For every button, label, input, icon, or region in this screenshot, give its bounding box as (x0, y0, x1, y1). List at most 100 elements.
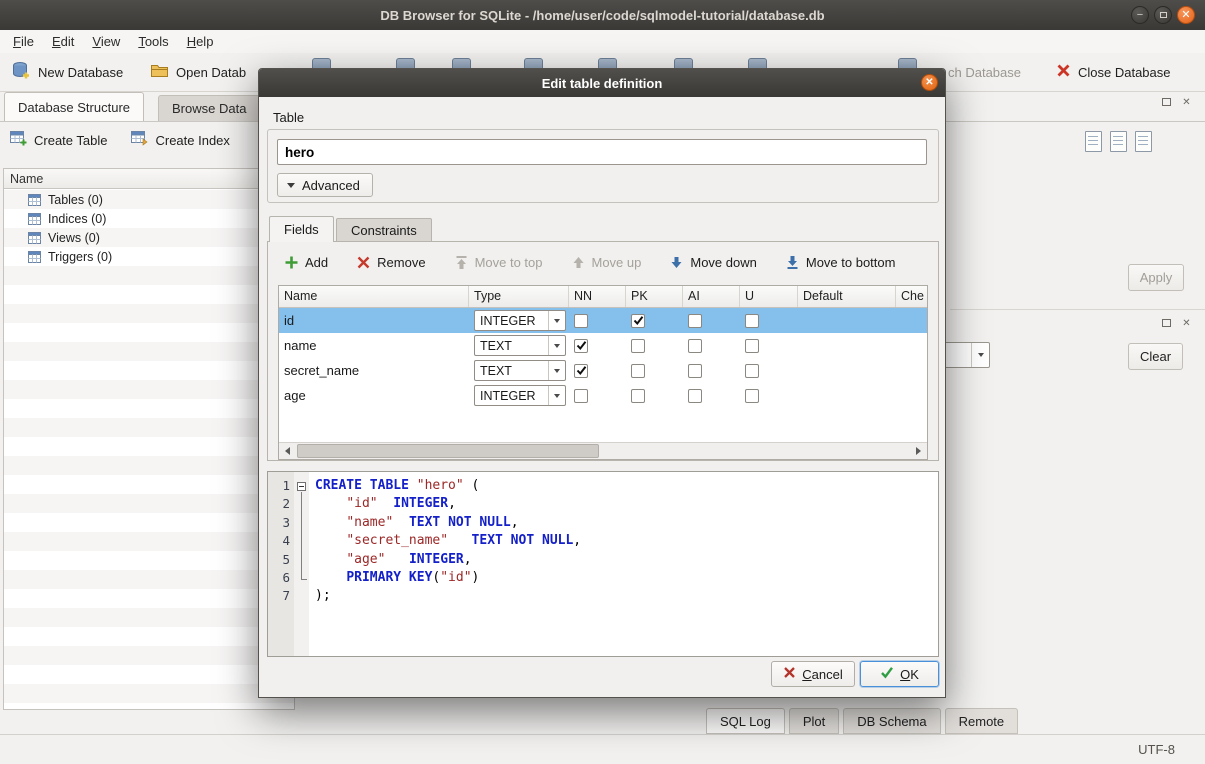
u-checkbox[interactable] (745, 314, 759, 328)
bottom-tab-plot[interactable]: Plot (789, 708, 839, 734)
minimize-button[interactable]: − (1131, 6, 1149, 24)
move-to-bottom-button[interactable]: Move to bottom (785, 255, 896, 270)
field-default-cell[interactable] (798, 333, 896, 358)
window-titlebar[interactable]: DB Browser for SQLite - /home/user/code/… (0, 0, 1205, 30)
field-row[interactable]: ageINTEGER (279, 383, 927, 408)
pk-checkbox[interactable] (631, 314, 645, 328)
dialog-close-button[interactable]: ✕ (921, 74, 938, 91)
attach-database-button[interactable]: ch Database (948, 53, 1021, 91)
tree-column-header[interactable]: Name (4, 169, 294, 189)
dialog-titlebar[interactable]: Edit table definition ✕ (259, 69, 945, 97)
menu-help[interactable]: Help (178, 31, 223, 52)
ai-checkbox[interactable] (688, 389, 702, 403)
menu-file[interactable]: File (4, 31, 43, 52)
menu-edit[interactable]: Edit (43, 31, 83, 52)
nn-checkbox[interactable] (574, 339, 588, 353)
tree-item-views[interactable]: Views (0) (4, 228, 294, 247)
nn-checkbox[interactable] (574, 364, 588, 378)
field-type-combobox[interactable]: INTEGER (474, 385, 566, 406)
tab-database-structure[interactable]: Database Structure (4, 92, 144, 121)
add-button[interactable]: Add (284, 255, 328, 270)
encoding-indicator[interactable]: UTF-8 (1138, 742, 1175, 757)
table-name-input[interactable] (277, 139, 927, 165)
close-button[interactable]: ✕ (1177, 6, 1195, 24)
null-cell-icon[interactable] (1135, 131, 1152, 152)
close-database-button[interactable]: Close Database (1056, 53, 1171, 91)
create-table-button[interactable]: Create Table (10, 131, 107, 149)
tree-item-triggers[interactable]: Triggers (0) (4, 247, 294, 266)
pk-checkbox[interactable] (631, 389, 645, 403)
bottom-tab-db-schema[interactable]: DB Schema (843, 708, 940, 734)
menu-view[interactable]: View (83, 31, 129, 52)
field-type-combobox[interactable]: INTEGER (474, 310, 566, 331)
bottom-tab-remote[interactable]: Remote (945, 708, 1019, 734)
dock-close-icon[interactable]: ✕ (1180, 317, 1193, 330)
new-database-button[interactable]: New Database (12, 53, 123, 91)
field-default-cell[interactable] (798, 383, 896, 408)
tree-item-indices[interactable]: Indices (0) (4, 209, 294, 228)
sql-preview[interactable]: 1234567 CREATE TABLE "hero" ( "id" INTEG… (267, 471, 939, 657)
tree-item-tables[interactable]: Tables (0) (4, 190, 294, 209)
u-checkbox[interactable] (745, 339, 759, 353)
field-name-cell[interactable]: id (279, 308, 469, 333)
column-header-name[interactable]: Name (279, 286, 469, 307)
scrollbar-thumb[interactable] (297, 444, 599, 458)
column-header-u[interactable]: U (740, 286, 798, 307)
horizontal-scrollbar[interactable] (279, 442, 927, 459)
move-to-top-button[interactable]: Move to top (454, 255, 543, 270)
field-name-cell[interactable]: age (279, 383, 469, 408)
tab-browse-data[interactable]: Browse Data (158, 95, 260, 121)
field-default-cell[interactable] (798, 308, 896, 333)
field-check-cell[interactable] (896, 358, 928, 383)
fold-collapse-icon[interactable] (297, 482, 306, 491)
field-name-cell[interactable]: secret_name (279, 358, 469, 383)
dock-float-icon[interactable] (1160, 96, 1173, 109)
nn-checkbox[interactable] (574, 389, 588, 403)
field-default-cell[interactable] (798, 358, 896, 383)
u-checkbox[interactable] (745, 389, 759, 403)
ai-checkbox[interactable] (688, 314, 702, 328)
field-check-cell[interactable] (896, 383, 928, 408)
u-checkbox[interactable] (745, 364, 759, 378)
pk-checkbox[interactable] (631, 364, 645, 378)
dock-close-icon[interactable]: ✕ (1180, 96, 1193, 109)
import-cell-icon[interactable] (1085, 131, 1102, 152)
dock-float-icon[interactable] (1160, 317, 1173, 330)
ai-checkbox[interactable] (688, 339, 702, 353)
move-down-button[interactable]: Move down (669, 255, 756, 270)
menu-tools[interactable]: Tools (129, 31, 177, 52)
advanced-toggle-button[interactable]: Advanced (277, 173, 373, 197)
scroll-right-icon[interactable] (910, 443, 927, 459)
tab-fields[interactable]: Fields (269, 216, 334, 242)
apply-button[interactable]: Apply (1128, 264, 1184, 291)
ok-button[interactable]: OK (860, 661, 939, 687)
move-up-button[interactable]: Move up (571, 255, 642, 270)
column-header-pk[interactable]: PK (626, 286, 683, 307)
scroll-left-icon[interactable] (279, 443, 296, 459)
column-header-che[interactable]: Che (896, 286, 928, 307)
field-type-combobox[interactable]: TEXT (474, 335, 566, 356)
column-header-nn[interactable]: NN (569, 286, 626, 307)
field-row[interactable]: secret_nameTEXT (279, 358, 927, 383)
clear-button[interactable]: Clear (1128, 343, 1183, 370)
field-type-combobox[interactable]: TEXT (474, 360, 566, 381)
ai-checkbox[interactable] (688, 364, 702, 378)
cancel-button[interactable]: Cancel (771, 661, 855, 687)
export-cell-icon[interactable] (1110, 131, 1127, 152)
tab-constraints[interactable]: Constraints (336, 218, 432, 242)
column-header-type[interactable]: Type (469, 286, 569, 307)
field-row[interactable]: nameTEXT (279, 333, 927, 358)
field-row[interactable]: idINTEGER (279, 308, 927, 333)
open-database-button[interactable]: Open Datab (150, 53, 246, 91)
bottom-tab-sql-log[interactable]: SQL Log (706, 708, 785, 734)
pk-checkbox[interactable] (631, 339, 645, 353)
field-check-cell[interactable] (896, 333, 928, 358)
create-index-button[interactable]: Create Index (131, 131, 229, 149)
column-header-ai[interactable]: AI (683, 286, 740, 307)
field-name-cell[interactable]: name (279, 333, 469, 358)
field-check-cell[interactable] (896, 308, 928, 333)
nn-checkbox[interactable] (574, 314, 588, 328)
maximize-button[interactable] (1154, 6, 1172, 24)
remove-button[interactable]: Remove (356, 255, 425, 270)
column-header-default[interactable]: Default (798, 286, 896, 307)
